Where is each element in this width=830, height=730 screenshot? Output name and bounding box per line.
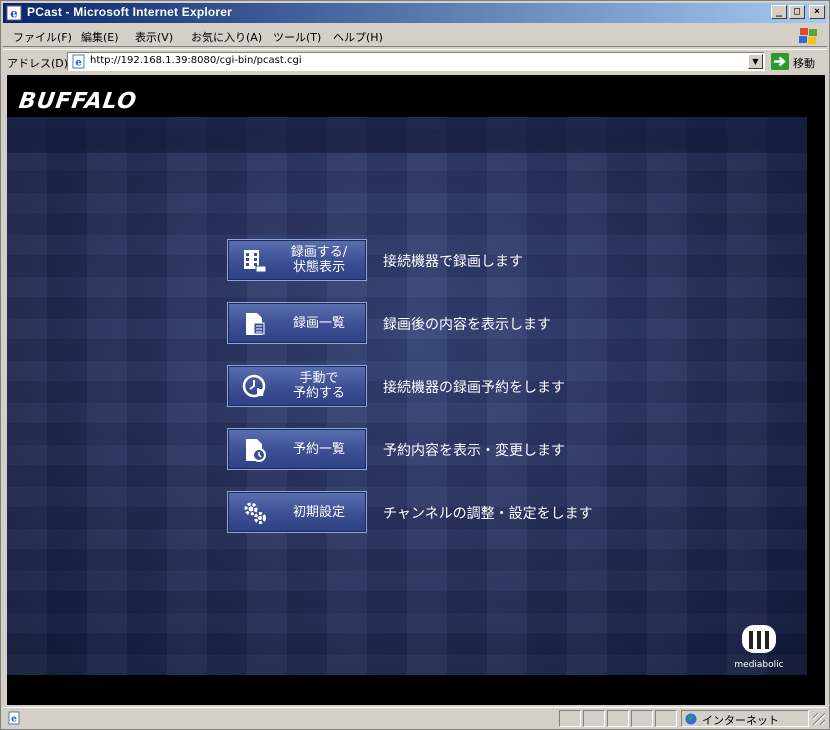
globe-icon	[685, 713, 697, 725]
menu-bar: ファイル(F) 編集(E) 表示(V) お気に入り(A) ツール(T) ヘルプ(…	[3, 25, 827, 47]
address-url: http://192.168.1.39:8080/cgi-bin/pcast.c…	[90, 55, 302, 66]
svg-text:e: e	[10, 7, 18, 21]
manual-reserve-button[interactable]: 手動で 予約する	[227, 365, 367, 407]
status-cell	[655, 710, 677, 727]
go-button[interactable]: 移動	[771, 53, 825, 71]
menu-row-record: 録画する/ 状態表示 接続機器で録画します	[227, 239, 647, 283]
clock-hand-icon	[242, 374, 266, 398]
menu-help[interactable]: ヘルプ(H)	[333, 29, 383, 45]
menu-favorites[interactable]: お気に入り(A)	[191, 29, 262, 45]
initial-settings-button[interactable]: 初期設定	[227, 491, 367, 533]
svg-text:e: e	[75, 58, 81, 69]
title-bar[interactable]: e PCast - Microsoft Internet Explorer _ …	[3, 3, 827, 23]
security-zone: インターネット	[681, 710, 809, 727]
mediabolic-text: mediabolic	[734, 660, 784, 670]
address-input[interactable]: e http://192.168.1.39:8080/cgi-bin/pcast…	[67, 52, 765, 71]
close-button[interactable]: ×	[809, 5, 825, 19]
recorded-list-button[interactable]: 録画一覧	[227, 302, 367, 344]
reserve-list-label: 予約一覧	[292, 441, 345, 457]
address-dropdown-icon[interactable]: ▼	[748, 54, 763, 69]
reserve-list-description: 予約内容を表示・変更します	[383, 443, 565, 459]
menu-file[interactable]: ファイル(F)	[13, 29, 72, 45]
menu-row-settings: 初期設定 チャンネルの調整・設定をします	[227, 491, 647, 535]
record-film-icon	[244, 250, 267, 273]
status-cell	[583, 710, 605, 727]
record-status-description: 接続機器で録画します	[383, 254, 523, 270]
initial-settings-description: チャンネルの調整・設定をします	[383, 506, 593, 522]
document-list-icon	[246, 313, 265, 335]
resize-grip[interactable]	[813, 713, 825, 725]
page-icon: e	[72, 54, 85, 69]
menu-stage: 録画する/ 状態表示 接続機器で録画します 録画一覧 録画後の内容を表示します	[7, 117, 807, 675]
status-cell	[559, 710, 581, 727]
status-bar: e インターネット	[3, 707, 827, 727]
menu-edit[interactable]: 編集(E)	[81, 29, 119, 45]
go-label: 移動	[793, 57, 815, 70]
stage-header-band	[7, 117, 807, 153]
menu-row-manual-reserve: 手動で 予約する 接続機器の録画予約をします	[227, 365, 647, 409]
recorded-list-description: 録画後の内容を表示します	[383, 317, 551, 333]
menu-row-reserve-list: 予約一覧 予約内容を表示・変更します	[227, 428, 647, 472]
initial-settings-label: 初期設定	[292, 504, 345, 520]
record-status-label: 録画する/ 状態表示	[290, 245, 348, 275]
mediabolic-logo: mediabolic	[719, 623, 799, 673]
maximize-button[interactable]: □	[789, 5, 805, 19]
go-arrow-icon	[771, 53, 789, 70]
svg-text:e: e	[11, 715, 17, 725]
menu-tools[interactable]: ツール(T)	[273, 29, 321, 45]
buffalo-logo: BUFFALO	[17, 89, 139, 114]
manual-reserve-description: 接続機器の録画予約をします	[383, 380, 565, 396]
page-content: BUFFALO 録画する/ 状態表示 接続機器で録画します 録画一覧 録画後の内…	[7, 75, 825, 705]
zone-label: インターネット	[702, 714, 779, 727]
window-title: PCast - Microsoft Internet Explorer	[27, 5, 233, 19]
recorded-list-label: 録画一覧	[292, 315, 345, 331]
gears-icon	[244, 502, 266, 524]
status-cell	[631, 710, 653, 727]
document-clock-icon	[246, 439, 266, 462]
status-page-icon: e	[8, 711, 20, 725]
windows-logo-icon	[799, 28, 817, 44]
menu-row-recorded-list: 録画一覧 録画後の内容を表示します	[227, 302, 647, 346]
minimize-button[interactable]: _	[771, 5, 787, 19]
menu-view[interactable]: 表示(V)	[135, 29, 173, 45]
mediabolic-mark-icon	[742, 625, 776, 653]
address-bar: アドレス(D) e http://192.168.1.39:8080/cgi-b…	[3, 49, 827, 73]
address-label: アドレス(D)	[7, 57, 69, 70]
record-status-button[interactable]: 録画する/ 状態表示	[227, 239, 367, 281]
manual-reserve-label: 手動で 予約する	[292, 371, 345, 401]
browser-window: e PCast - Microsoft Internet Explorer _ …	[0, 0, 830, 730]
status-cell	[607, 710, 629, 727]
ie-icon: e	[6, 5, 22, 21]
reserve-list-button[interactable]: 予約一覧	[227, 428, 367, 470]
